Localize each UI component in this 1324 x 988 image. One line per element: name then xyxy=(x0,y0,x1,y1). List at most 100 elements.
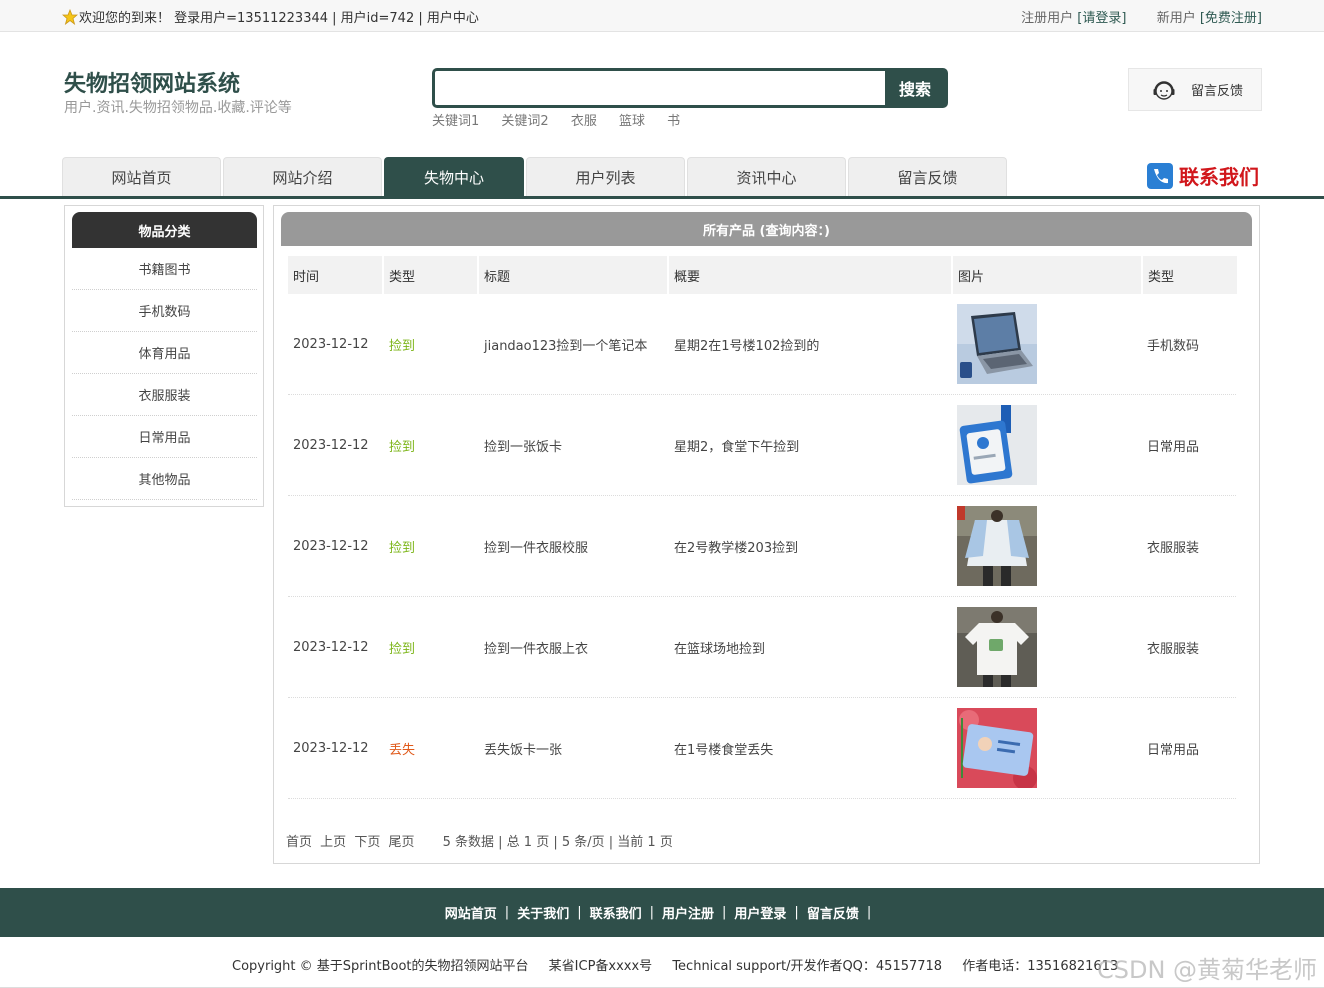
keyword-link[interactable]: 关键词2 xyxy=(501,114,548,129)
phone-text: 作者电话：13516821613 xyxy=(962,959,1119,974)
column-header: 标题 xyxy=(479,256,667,294)
sidebar-item-books[interactable]: 书籍图书 xyxy=(72,248,257,290)
search-input[interactable] xyxy=(435,71,887,105)
footer-link-home[interactable]: 网站首页 xyxy=(445,903,497,922)
column-header: 时间 xyxy=(288,256,382,294)
nav-item-feedback[interactable]: 留言反馈 xyxy=(848,157,1007,197)
row-category: 手机数码 xyxy=(1147,338,1200,354)
welcome-area: 欢迎您的到来！ 登录用户=13511223344 | 用户id=742 | 用户… xyxy=(62,7,479,26)
row-title-link[interactable]: 捡到一张饭卡 xyxy=(484,395,562,495)
meal-card-image xyxy=(957,708,1037,788)
contact-us-link[interactable]: 联系我们 xyxy=(1146,161,1259,190)
row-title-link[interactable]: 捡到一件衣服上衣 xyxy=(484,597,588,697)
contact-us-label: 联系我们 xyxy=(1179,165,1259,189)
sidebar-item-daily[interactable]: 日常用品 xyxy=(72,416,257,458)
row-date: 2023-12-12 xyxy=(293,639,369,655)
icp-text: 某省ICP备xxxx号 xyxy=(548,959,653,974)
id-card-image xyxy=(957,405,1037,485)
sidebar-title: 物品分类 xyxy=(72,212,257,248)
pager-last[interactable]: 尾页 xyxy=(388,835,414,850)
register-link[interactable]: [免费注册] xyxy=(1200,11,1262,26)
column-header: 类型 xyxy=(384,256,477,294)
table-row[interactable]: 2023-12-12 捡到 捡到一件衣服校服 在2号教学楼203捡到 衣服服装 xyxy=(288,496,1236,597)
category-sidebar: 物品分类 书籍图书 手机数码 体育用品 衣服服装 日常用品 其他物品 xyxy=(64,205,264,507)
sidebar-item-sports[interactable]: 体育用品 xyxy=(72,332,257,374)
nav-item-news[interactable]: 资讯中心 xyxy=(687,157,846,197)
row-category: 日常用品 xyxy=(1147,439,1200,455)
row-date: 2023-12-12 xyxy=(293,437,369,453)
search-button[interactable]: 搜索 xyxy=(885,71,945,105)
pager-prev[interactable]: 上页 xyxy=(320,835,346,850)
table-row[interactable]: 2023-12-12 捡到 jiandao123捡到一个笔记本 星期2在1号楼1… xyxy=(288,294,1236,395)
footer-separator: | xyxy=(577,905,582,920)
search-box: 搜索 xyxy=(432,68,948,108)
nav-item-users[interactable]: 用户列表 xyxy=(526,157,685,197)
nav-item-about[interactable]: 网站介绍 xyxy=(223,157,382,197)
footer-separator: | xyxy=(649,905,654,920)
product-panel: 所有产品 (查询内容：) 时间 类型 标题 概要 图片 类型 2023-12-1… xyxy=(273,205,1260,864)
copyright-bar: Copyright © 基于SprintBoot的失物招领网站平台 某省ICP备… xyxy=(232,955,1134,974)
jacket-image xyxy=(957,506,1037,586)
row-title-link[interactable]: jiandao123捡到一个笔记本 xyxy=(484,294,647,394)
top-bar: 欢迎您的到来！ 登录用户=13511223344 | 用户id=742 | 用户… xyxy=(0,0,1324,32)
row-image[interactable] xyxy=(957,395,1037,495)
watermark: CSDN @黄菊华老师 xyxy=(1097,956,1318,984)
column-header: 图片 xyxy=(953,256,1141,294)
hot-keywords: 关键词1 关键词2 衣服 篮球 书 xyxy=(432,110,698,129)
column-header: 类型 xyxy=(1143,256,1237,294)
row-summary: 星期2在1号楼102捡到的 xyxy=(674,338,820,354)
site-subtitle: 用户.资讯.失物招领物品.收藏.评论等 xyxy=(64,100,292,116)
row-image[interactable] xyxy=(957,698,1037,798)
feedback-button[interactable]: 留言反馈 xyxy=(1128,68,1262,111)
table-header: 时间 类型 标题 概要 图片 类型 xyxy=(288,256,1239,294)
row-image[interactable] xyxy=(957,294,1037,394)
nav-item-home[interactable]: 网站首页 xyxy=(62,157,221,197)
row-image[interactable] xyxy=(957,496,1037,596)
row-title-link[interactable]: 丢失饭卡一张 xyxy=(484,698,562,798)
account-links: 注册用户 [请登录] 新用户 [免费注册] xyxy=(1021,7,1262,26)
footer-separator: | xyxy=(504,905,510,920)
row-summary: 在1号楼食堂丢失 xyxy=(674,742,774,758)
keyword-link[interactable]: 衣服 xyxy=(571,114,597,129)
nav-divider xyxy=(0,196,1324,199)
footer-link-about[interactable]: 关于我们 xyxy=(517,903,569,922)
row-category: 衣服服装 xyxy=(1147,641,1200,657)
footer-link-register[interactable]: 用户注册 xyxy=(662,903,714,922)
panel-title: 所有产品 (查询内容：) xyxy=(281,212,1252,246)
footer-link-contact[interactable]: 联系我们 xyxy=(590,903,642,922)
footer-link-feedback[interactable]: 留言反馈 xyxy=(807,903,859,922)
keyword-link[interactable]: 篮球 xyxy=(619,114,645,129)
laptop-image xyxy=(957,304,1037,384)
nav-item-lost-center[interactable]: 失物中心 xyxy=(384,157,524,197)
sidebar-item-other[interactable]: 其他物品 xyxy=(72,458,257,500)
pager-first[interactable]: 首页 xyxy=(286,835,312,850)
table-row[interactable]: 2023-12-12 捡到 捡到一张饭卡 星期2，食堂下午捡到 日常用品 xyxy=(288,395,1236,496)
keyword-link[interactable]: 书 xyxy=(667,114,680,129)
row-summary: 在2号教学楼203捡到 xyxy=(674,540,799,556)
new-user-label: 新用户 xyxy=(1156,11,1196,26)
footer-separator: | xyxy=(794,905,799,920)
tshirt-image xyxy=(957,607,1037,687)
row-date: 2023-12-12 xyxy=(293,538,369,554)
sidebar-item-digital[interactable]: 手机数码 xyxy=(72,290,257,332)
sidebar-item-clothing[interactable]: 衣服服装 xyxy=(72,374,257,416)
row-type: 丢失 xyxy=(389,742,416,758)
row-summary: 在篮球场地捡到 xyxy=(674,641,766,657)
customer-service-icon xyxy=(1153,80,1175,100)
row-image[interactable] xyxy=(957,597,1037,697)
feedback-label: 留言反馈 xyxy=(1191,84,1244,99)
footer-separator: | xyxy=(722,905,727,920)
table-row[interactable]: 2023-12-12 丢失 丢失饭卡一张 在1号楼食堂丢失 日常用品 xyxy=(288,698,1236,799)
keyword-link[interactable]: 关键词1 xyxy=(432,114,479,129)
row-title-link[interactable]: 捡到一件衣服校服 xyxy=(484,496,588,596)
support-text: Technical support/开发作者QQ：45157718 xyxy=(672,959,943,974)
pagination: 首页 上页 下页 尾页 5 条数据 | 总 1 页 | 5 条/页 | 当前 1… xyxy=(286,831,673,850)
pager-info: 5 条数据 | 总 1 页 | 5 条/页 | 当前 1 页 xyxy=(442,835,673,850)
row-date: 2023-12-12 xyxy=(293,336,369,352)
table-row[interactable]: 2023-12-12 捡到 捡到一件衣服上衣 在篮球场地捡到 衣服服装 xyxy=(288,597,1236,698)
pager-next[interactable]: 下页 xyxy=(354,835,380,850)
phone-icon xyxy=(1147,162,1173,189)
site-title: 失物招领网站系统 xyxy=(64,72,241,97)
login-link[interactable]: [请登录] xyxy=(1077,11,1126,26)
footer-link-login[interactable]: 用户登录 xyxy=(734,903,786,922)
